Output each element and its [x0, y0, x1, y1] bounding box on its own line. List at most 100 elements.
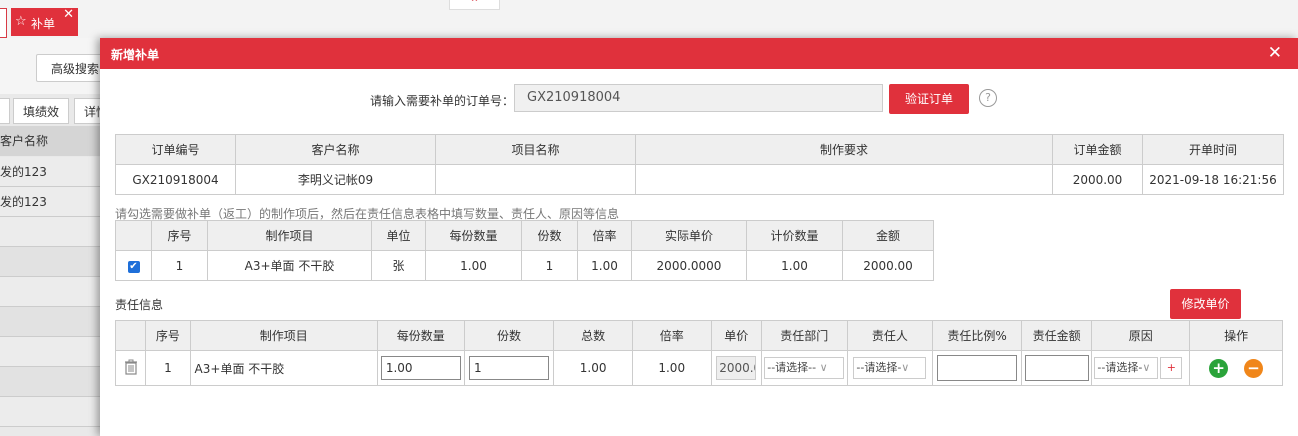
cell-order-time: 2021-09-18 16:21:56: [1142, 164, 1284, 195]
col-reason: 原因: [1091, 320, 1191, 351]
add-reorder-modal: 新增补单 ✕ 请输入需要补单的订单号： GX210918004 验证订单 ? 订…: [100, 38, 1298, 436]
actions-cell: + −: [1189, 350, 1283, 386]
background-button-hidden[interactable]: [0, 98, 10, 124]
col-item: 制作项目: [189, 320, 378, 351]
col-resp-dept: 责任部门: [760, 320, 848, 351]
row-checkbox-cell[interactable]: ✔: [115, 250, 152, 281]
bg-table-row: [0, 397, 100, 427]
trash-icon[interactable]: [124, 359, 138, 375]
bg-table-row: [0, 277, 100, 307]
copies-input[interactable]: 1: [468, 356, 549, 380]
cell-order-no: GX210918004: [115, 164, 236, 195]
resp-person-value: --请选择-: [856, 361, 902, 374]
ratio-cell: [932, 350, 1022, 386]
unit-price-input[interactable]: 2000.0: [716, 356, 757, 380]
col-order-no: 订单编号: [115, 134, 236, 165]
col-seq: 序号: [145, 320, 191, 351]
modify-price-button[interactable]: 修改单价: [1170, 289, 1241, 319]
chevron-down-icon: ∨: [901, 361, 910, 374]
resp-dept-value: --请选择--: [767, 361, 817, 374]
items-table: 序号 制作项目 单位 每份数量 份数 倍率 实际单价 计价数量 金额 ✔ 1 A…: [115, 220, 934, 281]
collapse-chevron-icon[interactable]: ^: [449, 0, 500, 10]
modal-header: 新增补单 ✕: [100, 38, 1298, 69]
table-row: GX210918004 李明义记帐09 2000.00 2021-09-18 1…: [115, 164, 1284, 195]
qty-per-input[interactable]: 1.00: [380, 356, 461, 380]
close-icon[interactable]: ✕: [1268, 43, 1282, 63]
reason-select[interactable]: --请选择-∨: [1094, 357, 1159, 379]
close-tab-icon[interactable]: ✕: [63, 7, 74, 22]
col-qty-per: 每份数量: [376, 320, 465, 351]
responsibility-table: 序号 制作项目 每份数量 份数 总数 倍率 单价 责任部门 责任人 责任比例% …: [114, 320, 1283, 386]
responsibility-section-title: 责任信息: [115, 298, 164, 312]
help-icon[interactable]: ?: [979, 89, 997, 107]
resp-dept-select[interactable]: --请选择-- ∨: [764, 357, 845, 379]
resp-ratio-input[interactable]: [937, 355, 1018, 381]
checkbox-checked[interactable]: ✔: [127, 261, 140, 273]
tab-bu-dan[interactable]: ☆ 补单 ✕: [11, 7, 78, 36]
col-project-name: 项目名称: [435, 134, 636, 165]
remove-row-icon[interactable]: −: [1243, 358, 1263, 378]
chevron-down-icon: ∨: [1142, 361, 1151, 374]
bg-table-row: [0, 247, 100, 277]
cell-order-amount: 2000.00: [1052, 164, 1143, 195]
cell-unit: 张: [371, 250, 426, 281]
bg-table-row[interactable]: 发的123: [0, 157, 100, 187]
reason-value: --请选择-: [1097, 361, 1143, 374]
col-unit: 单位: [371, 220, 426, 251]
fill-performance-button[interactable]: 填绩效: [13, 98, 69, 124]
cell-rate: 1.00: [577, 250, 632, 281]
delete-cell[interactable]: [114, 350, 147, 386]
col-unit-price: 单价: [710, 320, 762, 351]
col-delete: [114, 320, 147, 351]
col-resp-amount: 责任金额: [1020, 320, 1093, 351]
modal-title: 新增补单: [111, 48, 160, 62]
bg-table-row: [0, 367, 100, 397]
cell-item: A3+单面 不干胶: [207, 250, 372, 281]
col-seq: 序号: [151, 220, 208, 251]
order-number-input[interactable]: GX210918004: [514, 84, 883, 112]
reason-cell: --请选择-∨ +: [1091, 350, 1191, 386]
dept-cell: --请选择-- ∨: [760, 350, 848, 386]
order-table: 订单编号 客户名称 项目名称 制作要求 订单金额 开单时间 GX21091800…: [115, 134, 1284, 195]
verify-order-button[interactable]: 验证订单: [889, 84, 969, 114]
advanced-search-button[interactable]: 高级搜索: [36, 54, 106, 82]
col-select: [115, 220, 152, 251]
col-order-amount: 订单金额: [1052, 134, 1143, 165]
tab-label: 补单: [31, 17, 56, 31]
cell-rate: 1.00: [631, 350, 712, 386]
col-rate: 倍率: [577, 220, 632, 251]
col-item: 制作项目: [207, 220, 372, 251]
qty-per-cell: 1.00: [376, 350, 465, 386]
bg-table-row: [0, 337, 100, 367]
resp-amount-input[interactable]: [1024, 355, 1089, 381]
add-row-icon[interactable]: +: [1209, 358, 1229, 378]
chevron-down-icon: ∨: [816, 361, 828, 374]
top-tab-bar: [0, 0, 1298, 39]
person-cell: --请选择-∨: [846, 350, 934, 386]
cell-actual-price: 2000.0000: [631, 250, 747, 281]
bg-table-row[interactable]: 发的123: [0, 187, 100, 217]
cell-copies: 1: [521, 250, 578, 281]
resp-person-select[interactable]: --请选择-∨: [853, 357, 927, 379]
col-actions: 操作: [1189, 320, 1283, 351]
cell-project-name: [435, 164, 636, 195]
col-actual-price: 实际单价: [631, 220, 747, 251]
bg-table-row: [0, 307, 100, 337]
col-resp-person: 责任人: [846, 320, 934, 351]
col-qty-per: 每份数量: [425, 220, 522, 251]
cell-qty-per: 1.00: [425, 250, 522, 281]
table-row[interactable]: ✔ 1 A3+单面 不干胶 张 1.00 1 1.00 2000.0000 1.…: [115, 250, 934, 281]
order-number-label: 请输入需要补单的订单号：: [370, 94, 515, 108]
add-reason-button[interactable]: +: [1160, 357, 1183, 379]
cell-item: A3+单面 不干胶: [189, 350, 378, 386]
col-priced-qty: 计价数量: [746, 220, 843, 251]
amount-cell: [1020, 350, 1093, 386]
col-amount: 金额: [842, 220, 934, 251]
unit-price-cell: 2000.0: [710, 350, 762, 386]
cell-priced-qty: 1.00: [746, 250, 843, 281]
tab-previous[interactable]: [0, 8, 7, 38]
col-total: 总数: [553, 320, 633, 351]
cell-amount: 2000.00: [842, 250, 934, 281]
cell-requirements: [635, 164, 1053, 195]
col-customer-name: 客户名称: [235, 134, 436, 165]
